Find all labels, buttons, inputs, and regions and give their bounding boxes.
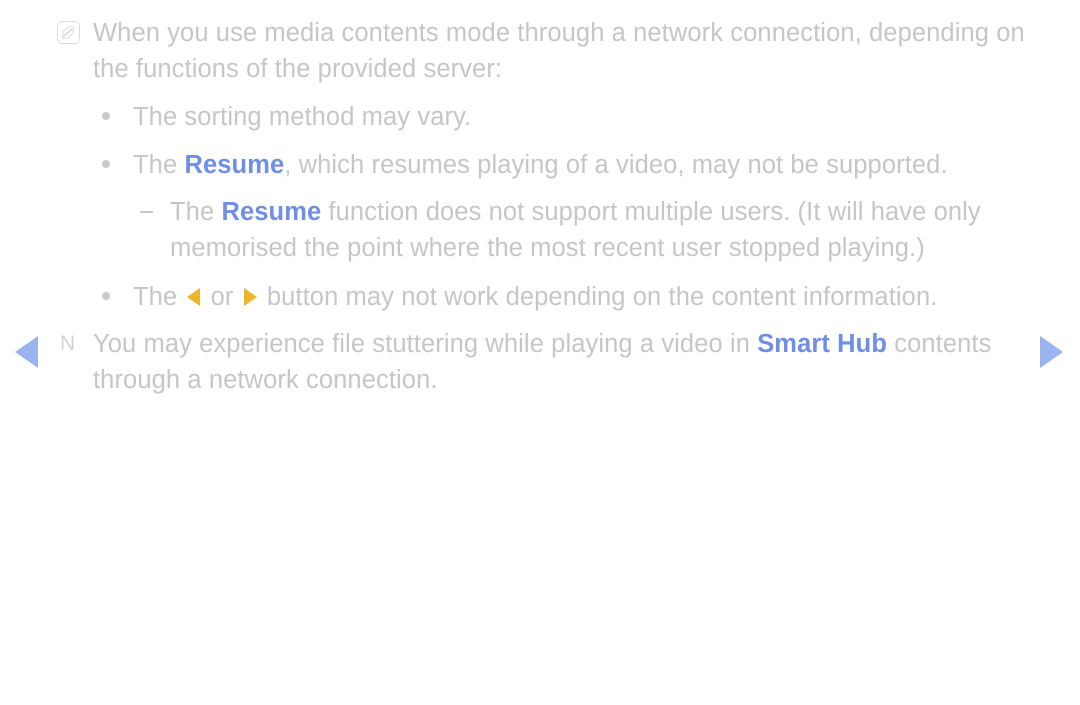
footnote-prefix: You may experience file stuttering while… — [93, 330, 758, 358]
footnote-line1: You may experience file stuttering while… — [93, 326, 991, 362]
previous-page-arrow[interactable] — [15, 336, 38, 368]
bullet-item-sorting-method: The sorting method may vary. — [133, 103, 472, 131]
footnote-line2: through a network connection. — [93, 366, 438, 394]
bullet-resume-prefix: The — [133, 151, 185, 179]
bullet-marker — [102, 292, 110, 300]
sub-item-prefix: The — [170, 198, 222, 226]
next-page-arrow[interactable] — [1040, 336, 1063, 368]
bullet-item-arrow-button: The or button may not work depending on … — [133, 279, 937, 315]
right-arrow-icon — [243, 288, 257, 306]
footnote-suffix: contents — [887, 330, 992, 358]
note-pen-icon — [57, 21, 80, 44]
dash-marker — [140, 211, 153, 213]
bullet-resume-suffix: , which resumes playing of a video, may … — [284, 151, 948, 179]
bullet-item-resume: The Resume, which resumes playing of a v… — [133, 147, 948, 183]
bullet-marker — [102, 160, 110, 168]
smart-hub-keyword: Smart Hub — [757, 330, 888, 358]
arrow-bullet-prefix: The — [133, 283, 185, 311]
arrow-bullet-suffix: button may not work depending on the con… — [259, 283, 938, 311]
page-left-rule — [0, 0, 1, 705]
note-paragraph-line2: the functions of the provided server: — [93, 55, 503, 83]
manual-page: When you use media contents mode through… — [0, 0, 1080, 705]
arrow-bullet-middle: or — [203, 283, 241, 311]
resume-keyword: Resume — [184, 151, 285, 179]
note-paragraph-line1: When you use media contents mode through… — [93, 19, 1025, 47]
resume-keyword: Resume — [221, 198, 322, 226]
sub-item-suffix: function does not support multiple users… — [321, 198, 981, 226]
sub-item-resume-multiuser-line2: memorised the point where the most recen… — [170, 234, 925, 262]
sub-item-resume-multiuser-line1: The Resume function does not support mul… — [170, 194, 981, 230]
left-arrow-icon — [187, 288, 201, 306]
footnote-marker: N — [60, 332, 76, 355]
bullet-marker — [102, 112, 110, 120]
